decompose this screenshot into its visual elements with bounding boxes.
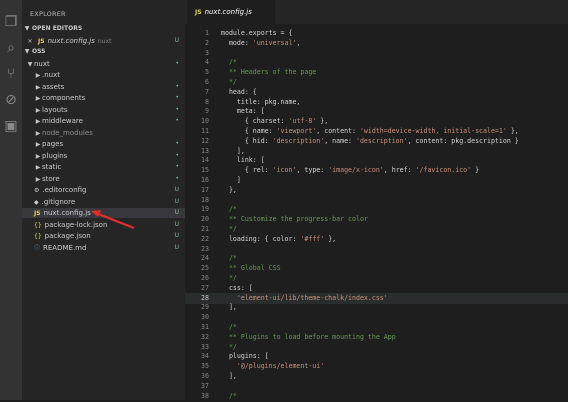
- git-status-badge: •: [175, 105, 179, 113]
- open-editors-header[interactable]: ▼ OPEN EDITORS: [22, 25, 185, 35]
- tree-item-package-json[interactable]: {} package.json U: [22, 231, 185, 241]
- search-icon[interactable]: ⌕: [3, 40, 19, 56]
- json-file-icon: {}: [34, 233, 42, 240]
- chevron-right-icon: ▶: [35, 83, 41, 91]
- tree-item-readme-md[interactable]: ⓘ README.md U: [22, 243, 185, 253]
- tree-item-editorconfig[interactable]: ⚙ .editorconfig U: [22, 185, 185, 195]
- js-file-icon: JS: [195, 9, 202, 16]
- tree-item-label: node_modules: [42, 128, 93, 137]
- code-editor[interactable]: 1 module.exports = {2 mode: 'universal', 3…: [185, 24, 568, 400]
- files-icon[interactable]: ❐: [3, 14, 19, 30]
- tree-item-plugins[interactable]: ▶ plugins •: [22, 151, 185, 161]
- tree-item-package-lock-json[interactable]: {} package-lock.json U: [22, 220, 185, 230]
- tree-item-layouts[interactable]: ▶ layouts •: [22, 105, 185, 115]
- tree-item-label: assets: [42, 82, 65, 91]
- git-status-badge: U: [174, 220, 179, 228]
- git-status-badge: U: [174, 232, 179, 239]
- tree-item-label: store: [42, 174, 60, 183]
- git-icon: ◆: [34, 198, 39, 206]
- js-file-icon: JS: [38, 38, 45, 45]
- tree-item-store[interactable]: ▶ store •: [22, 174, 185, 184]
- js-file-icon: JS: [34, 210, 41, 217]
- tree-item-pages[interactable]: ▶ pages •: [22, 139, 185, 149]
- tree-item-assets[interactable]: ▶ assets •: [22, 82, 185, 92]
- tree-item-components[interactable]: ▶ components •: [22, 93, 185, 103]
- tree-item-label: static: [42, 163, 62, 171]
- tree-item-gitignore[interactable]: ◆ .gitignore U: [22, 197, 185, 207]
- tree-item-nuxt-config-js[interactable]: JS nuxt.config.js U: [22, 208, 185, 218]
- tree-item-label: components: [42, 94, 86, 102]
- explorer-sidebar: EXPLORER ▼ OPEN EDITORS ✕ JS nuxt.config.js…: [22, 0, 185, 400]
- chevron-right-icon: ▶: [35, 72, 41, 79]
- tree-item-node-modules[interactable]: ▶ node_modules: [22, 128, 185, 138]
- chevron-down-icon: ▼: [27, 61, 33, 68]
- open-editor-item[interactable]: ✕ JS nuxt.config.js nuxt U: [22, 36, 185, 46]
- git-status-badge: •: [175, 151, 179, 159]
- tree-item-label: package.json: [44, 232, 91, 240]
- tab-nuxt-config[interactable]: JS nuxt.config.js: [187, 0, 275, 24]
- source-control-icon[interactable]: ⑂: [3, 66, 19, 82]
- git-status-badge: •: [175, 117, 179, 124]
- folder-root-nuxt[interactable]: ▼ nuxt •: [22, 59, 185, 69]
- info-icon: ⓘ: [34, 244, 41, 252]
- chevron-down-icon: ▼: [24, 25, 30, 32]
- project-header[interactable]: ▼ OSS: [22, 48, 185, 58]
- tree-item-middleware[interactable]: ▶ middleware •: [22, 116, 185, 126]
- vscode-window: ❐ ⌕ ⑂ ⊘ ▣ EXPLORER ▼ OPEN EDITORS ✕ JS nuxt…: [0, 0, 568, 400]
- extensions-icon[interactable]: ▣: [3, 118, 19, 134]
- tree-item-label: layouts: [42, 105, 68, 114]
- tree-item-label: middleware: [42, 117, 83, 125]
- tree-item-nuxt[interactable]: ▶ .nuxt: [22, 70, 185, 80]
- git-status-badge: •: [175, 163, 179, 170]
- tree-item-label: README.md: [43, 243, 87, 252]
- chevron-right-icon: ▶: [35, 129, 41, 137]
- git-status-badge: U: [174, 186, 179, 193]
- tree-item-label: .editorconfig: [42, 186, 87, 194]
- chevron-down-icon: ▼: [24, 48, 30, 55]
- git-status-badge: U: [174, 243, 179, 251]
- gear-icon: ⚙: [34, 187, 40, 194]
- json-file-icon: {}: [34, 221, 42, 229]
- chevron-right-icon: ▶: [35, 164, 41, 171]
- chevron-right-icon: ▶: [35, 152, 41, 160]
- activity-bar: ❐ ⌕ ⑂ ⊘ ▣: [0, 0, 22, 400]
- tree-item-label: pages: [42, 140, 64, 148]
- tree-item-label: .gitignore: [41, 197, 76, 206]
- tree-item-label: .nuxt: [42, 71, 60, 79]
- git-status-badge: •: [175, 94, 179, 101]
- chevron-right-icon: ▶: [35, 141, 41, 148]
- git-status-badge: U: [174, 197, 179, 205]
- git-status-badge: •: [175, 82, 179, 90]
- chevron-right-icon: ▶: [35, 106, 41, 114]
- tree-item-label: package-lock.json: [44, 220, 108, 229]
- chevron-right-icon: ▶: [35, 118, 41, 125]
- tab-bar: JS nuxt.config.js: [185, 0, 568, 24]
- tree-item-label: nuxt.config.js: [43, 209, 91, 217]
- close-icon[interactable]: ✕: [22, 37, 38, 47]
- explorer-title: EXPLORER: [30, 10, 66, 18]
- tree-item-label: plugins: [42, 151, 68, 160]
- chevron-right-icon: ▶: [35, 95, 41, 102]
- tree-item-static[interactable]: ▶ static •: [22, 162, 185, 172]
- git-status-badge: •: [175, 140, 179, 147]
- git-status-badge: •: [175, 174, 179, 182]
- debug-icon[interactable]: ⊘: [3, 92, 19, 108]
- chevron-right-icon: ▶: [35, 175, 41, 183]
- git-status-badge: U: [174, 209, 179, 216]
